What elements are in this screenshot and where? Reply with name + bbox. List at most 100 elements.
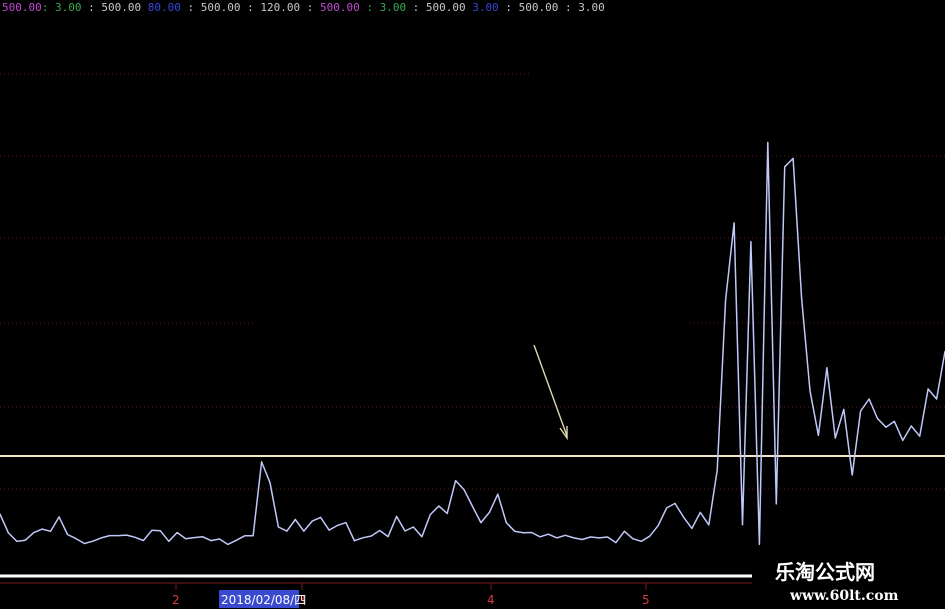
header-segment: : 500.00: [82, 1, 142, 14]
data-point: [421, 536, 423, 538]
data-point: [505, 522, 507, 524]
data-point: [311, 520, 313, 522]
data-point: [7, 532, 9, 534]
header-segment: [466, 1, 473, 14]
data-point: [817, 434, 820, 436]
data-point: [826, 367, 828, 369]
data-point: [252, 535, 254, 537]
data-point: [556, 537, 558, 539]
header-segment: : 500.00: [499, 1, 559, 14]
data-point: [708, 524, 710, 526]
data-point: [269, 482, 271, 484]
data-point: [531, 531, 533, 534]
data-point: [741, 524, 744, 526]
data-point: [522, 532, 524, 534]
data-point: [801, 297, 803, 299]
data-point: [370, 535, 372, 537]
x-tick-label: 4: [487, 593, 495, 607]
data-point: [767, 141, 769, 144]
data-point: [615, 542, 617, 544]
data-point: [758, 543, 761, 545]
data-point: [590, 536, 592, 538]
chart-background: [0, 0, 945, 609]
data-point: [716, 469, 718, 471]
header-segment: :: [300, 1, 320, 14]
data-point: [320, 516, 322, 519]
data-point: [547, 533, 550, 535]
data-point: [657, 525, 659, 527]
data-point: [666, 507, 668, 509]
data-point: [488, 511, 490, 513]
data-point: [33, 532, 35, 534]
data-point: [640, 540, 642, 542]
data-point: [109, 535, 111, 537]
data-point: [910, 425, 912, 427]
header-segment: 3.00: [472, 1, 499, 14]
data-point: [362, 537, 364, 539]
data-point: [438, 505, 440, 507]
data-point: [623, 530, 626, 532]
data-point: [497, 493, 499, 495]
data-point: [235, 539, 237, 541]
data-point: [860, 410, 862, 412]
data-point: [471, 505, 474, 507]
data-point: [218, 538, 220, 540]
x-tick-label: 2: [172, 593, 180, 607]
data-point: [303, 530, 305, 532]
header-segment: : 500.00: [406, 1, 466, 14]
data-point: [126, 534, 128, 536]
data-point: [294, 518, 296, 521]
data-point: [463, 489, 465, 491]
header-segment: : 500.00: [181, 1, 241, 14]
data-point: [682, 516, 685, 518]
data-point: [936, 398, 938, 400]
data-point: [277, 526, 279, 528]
data-point: [851, 474, 853, 476]
watermark: 乐淘公式网 www.60lt.com: [752, 556, 945, 609]
data-point: [134, 536, 136, 538]
data-point: [117, 535, 119, 537]
data-point: [345, 522, 347, 524]
header-segment: : 120.00: [240, 1, 300, 14]
data-point: [564, 534, 566, 536]
data-point: [387, 536, 389, 538]
data-point: [598, 537, 600, 539]
data-point: [336, 524, 339, 527]
data-point: [809, 390, 811, 392]
data-point: [261, 461, 263, 463]
header-segment: 80.00: [148, 1, 181, 14]
data-point: [16, 540, 18, 543]
data-point: [168, 540, 170, 542]
data-point: [92, 540, 94, 542]
data-point: [725, 299, 727, 301]
data-point: [733, 222, 735, 224]
indicator-header: 500.00: 3.00 : 500.00 80.00 : 500.00 : 1…: [2, 1, 605, 14]
data-point: [176, 531, 178, 534]
data-point: [455, 480, 457, 482]
data-point: [41, 528, 43, 530]
data-point: [210, 540, 212, 542]
data-point: [784, 166, 786, 168]
data-point: [286, 530, 288, 532]
data-point: [24, 539, 26, 541]
data-point: [649, 535, 651, 537]
header-segment: : 3.00: [42, 1, 82, 14]
data-point: [193, 537, 195, 539]
data-point: [902, 439, 904, 441]
header-segment: : 3.00: [558, 1, 604, 14]
header-segment: 500.00: [320, 1, 360, 14]
data-point: [244, 535, 246, 537]
data-point: [151, 529, 153, 531]
data-point: [792, 157, 794, 159]
data-point: [691, 527, 693, 530]
data-point: [412, 526, 414, 528]
data-point: [573, 537, 575, 539]
data-point: [185, 538, 187, 540]
data-point: [404, 530, 406, 532]
indicator-chart: 500.00: 3.00 : 500.00 80.00 : 500.00 : 1…: [0, 0, 945, 609]
x-tick-label: 5: [642, 593, 650, 607]
data-point: [834, 437, 836, 439]
data-point: [581, 538, 583, 541]
data-point: [632, 538, 634, 540]
data-point: [446, 512, 448, 515]
